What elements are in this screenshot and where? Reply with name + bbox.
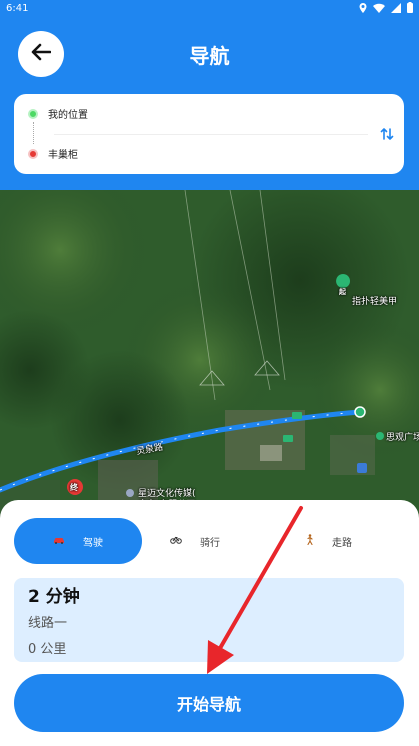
signal-icon: [391, 2, 401, 13]
status-time: 6:41: [6, 3, 29, 14]
mode-label: 骑行: [200, 537, 220, 549]
end-pin-label: 终: [70, 483, 78, 492]
poi-label[interactable]: 指扑轻美甲: [352, 294, 397, 307]
bottom-panel: 驾驶 骑行 走路 2 分钟 线路一 0 公里 开始导航: [0, 500, 419, 746]
car-icon: [53, 536, 65, 547]
route-distance: 0 公里: [28, 642, 67, 657]
start-pin-label: 起: [339, 288, 346, 296]
mode-label: 驾驶: [83, 537, 103, 549]
satellite-map: [0, 190, 419, 520]
location-icon: [359, 2, 367, 13]
route-info-card[interactable]: 2 分钟 线路一 0 公里: [14, 578, 404, 662]
poi-label[interactable]: 思观广场: [386, 430, 419, 443]
bike-icon: [170, 536, 182, 547]
divider: [54, 134, 368, 135]
page-title: 导航: [189, 44, 230, 68]
swap-icon[interactable]: [380, 126, 394, 145]
map-view[interactable]: 灵泉路 起 指扑轻美甲 思观广场 星迈文化传媒( 广东)有限公司 终: [0, 190, 419, 520]
mode-label: 走路: [332, 537, 352, 549]
route-card: 我的位置 丰巢柜: [14, 94, 404, 174]
header: 导航 我的位置 丰巢柜: [0, 18, 419, 190]
destination-label: 丰巢柜: [48, 150, 78, 161]
walk-icon: [306, 534, 314, 548]
travel-mode-selector: 驾驶 骑行 走路: [14, 518, 404, 564]
start-navigation-button[interactable]: 开始导航: [14, 674, 404, 732]
battery-icon: [407, 2, 413, 13]
route-duration: 2 分钟: [28, 587, 80, 607]
origin-dot-icon: [28, 108, 38, 119]
mode-bike[interactable]: 骑行: [170, 518, 220, 564]
origin-row[interactable]: 我的位置: [28, 106, 88, 121]
destination-dot-icon: [28, 148, 38, 159]
destination-row[interactable]: 丰巢柜: [28, 146, 78, 161]
mode-walk[interactable]: 走路: [306, 518, 352, 564]
status-bar: 6:41: [0, 0, 419, 18]
mode-drive[interactable]: 驾驶: [14, 518, 142, 564]
route-connector: [33, 122, 34, 144]
route-name: 线路一: [28, 616, 68, 631]
origin-label: 我的位置: [48, 110, 88, 121]
wifi-icon: [373, 3, 385, 13]
